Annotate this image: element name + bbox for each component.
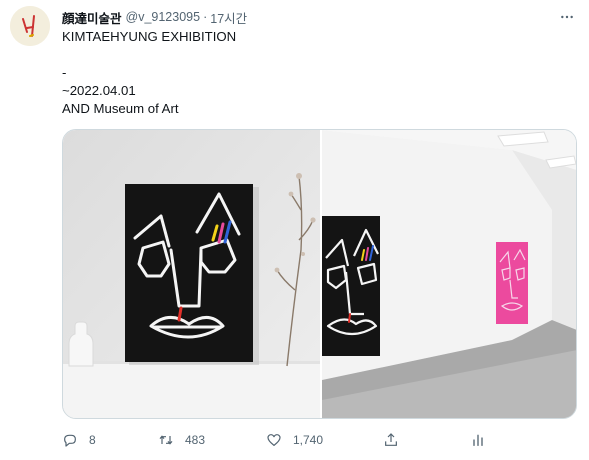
analytics-button[interactable]	[470, 429, 486, 451]
tweet-text-line: AND Museum of Art	[62, 101, 179, 116]
reply-button[interactable]: 8	[62, 429, 96, 451]
tweet-actions: 8 483 1,740	[62, 429, 562, 451]
tweet-body: 顔達미술관 @v_9123095 · 17시간 KIMTAEHYUNG EXHI…	[62, 6, 578, 118]
tweet-text-line: KIMTAEHYUNG EXHIBITION	[62, 29, 237, 44]
retweet-icon	[159, 435, 173, 445]
tweet-text: KIMTAEHYUNG EXHIBITION - ~2022.04.01 AND…	[62, 28, 578, 118]
avatar[interactable]	[10, 6, 50, 46]
more-options-button[interactable]	[556, 8, 578, 26]
reply-icon	[64, 434, 76, 447]
avatar-image	[10, 6, 50, 46]
separator-dot: ·	[203, 10, 208, 24]
analytics-icon	[473, 434, 483, 446]
artwork-photo-closeup	[63, 130, 320, 418]
tweet-text-blank-line	[62, 46, 578, 64]
media-image-1[interactable]	[63, 130, 320, 418]
share-icon	[385, 433, 397, 446]
retweet-count: 483	[185, 433, 206, 447]
reply-count: 8	[89, 433, 96, 447]
heart-icon	[267, 434, 281, 446]
tweet-text-line: ~2022.04.01	[62, 83, 136, 98]
retweet-button[interactable]: 483	[158, 429, 205, 451]
tweet-text-line: -	[62, 65, 67, 80]
like-count: 1,740	[293, 433, 324, 447]
like-button[interactable]: 1,740	[266, 429, 323, 451]
user-handle[interactable]: @v_9123095	[126, 10, 201, 24]
tweet-media	[62, 129, 577, 419]
media-image-2[interactable]	[322, 130, 576, 418]
more-horizontal-icon	[561, 15, 573, 19]
share-button[interactable]	[383, 429, 399, 451]
display-name[interactable]: 顔達미술관	[62, 8, 122, 27]
tweet-timestamp[interactable]: 17시간	[210, 8, 247, 27]
tweet-header: 顔達미술관 @v_9123095 · 17시간	[62, 6, 578, 28]
gallery-room-photo	[322, 130, 576, 418]
